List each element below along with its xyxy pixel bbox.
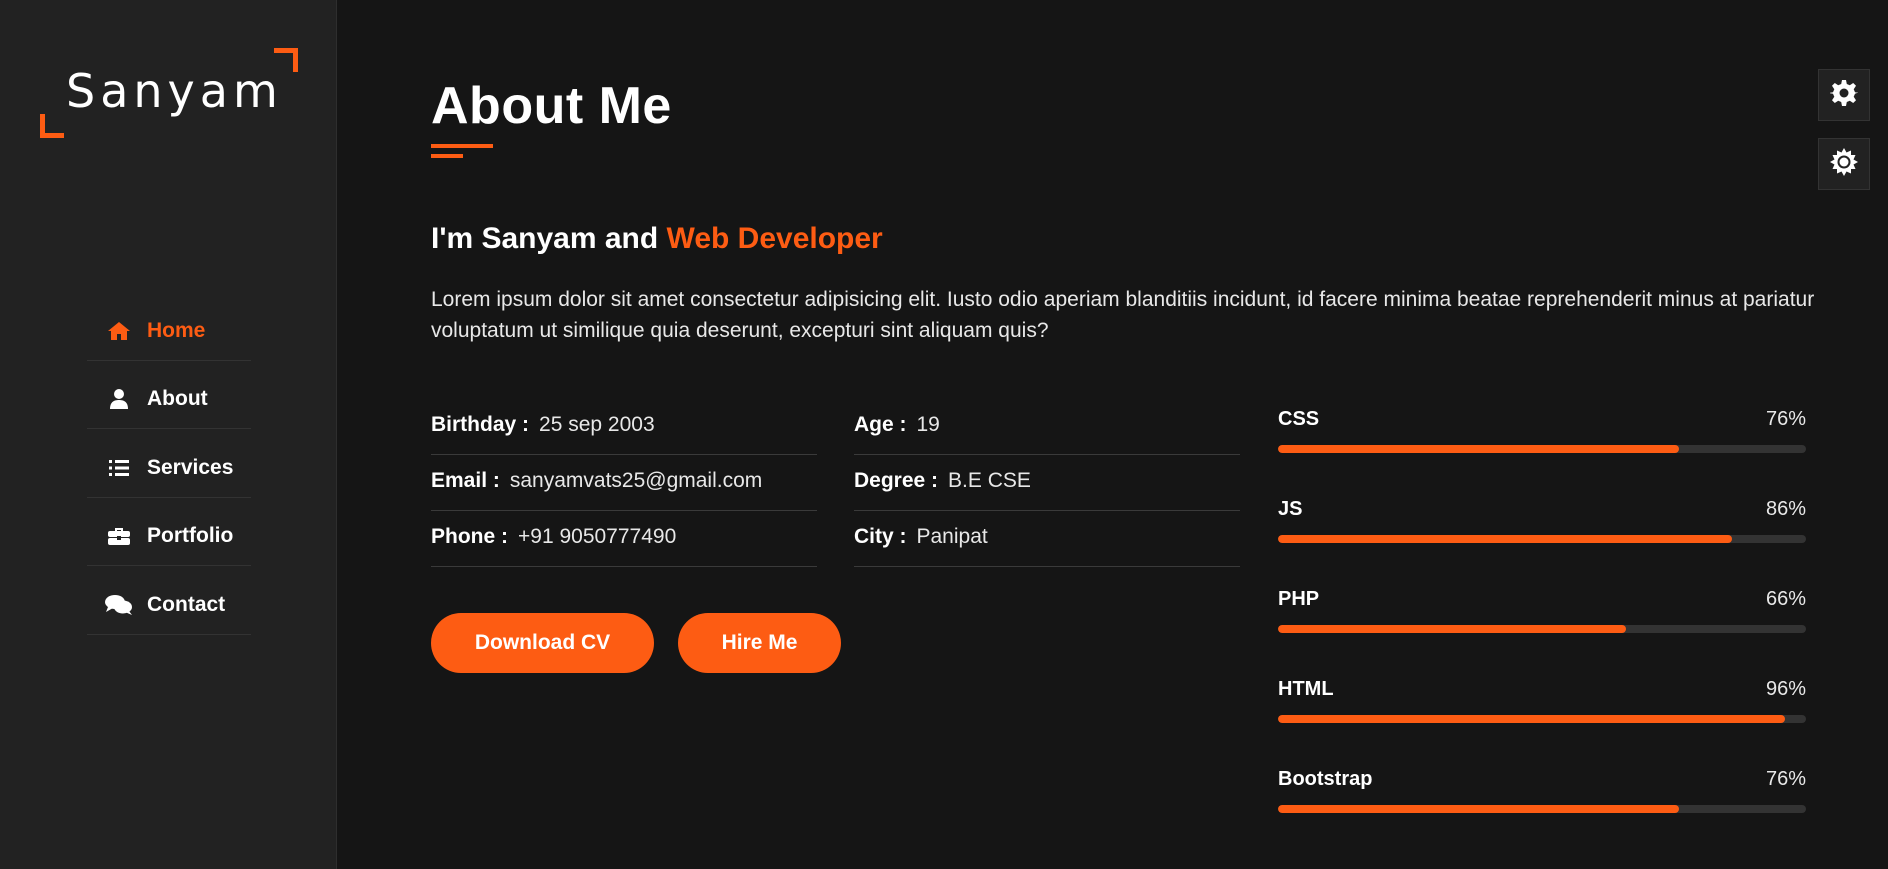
skill-progress-track: [1278, 625, 1806, 633]
info-age: Age : 19: [854, 399, 1240, 455]
skill-progress-fill: [1278, 625, 1627, 633]
info-value: 19: [916, 412, 940, 436]
title-underline-short: [431, 154, 463, 158]
briefcase-icon: [104, 526, 134, 546]
skill-percent: 66%: [1765, 588, 1806, 610]
list-icon: [104, 459, 134, 477]
skill-progress-track: [1278, 535, 1806, 543]
info-phone: Phone : +91 9050777490: [431, 511, 817, 567]
info-label: Birthday :: [431, 412, 530, 436]
info-label: Phone :: [431, 524, 508, 548]
info-label: Age :: [854, 412, 907, 436]
logo[interactable]: Sanyam: [40, 48, 298, 140]
skill-progress-track: [1278, 715, 1806, 723]
home-icon: [104, 321, 134, 341]
skill-progress-fill: [1278, 715, 1785, 723]
skill-php: PHP 66%: [1278, 584, 1806, 674]
info-value: sanyamvats25@gmail.com: [509, 468, 763, 492]
nav-item-label: Contact: [147, 592, 226, 616]
skill-name: JS: [1278, 498, 1303, 520]
comments-icon: [104, 594, 134, 616]
skill-percent: 96%: [1765, 678, 1806, 700]
nav-item-label: About: [147, 387, 208, 411]
intro-prefix: I'm Sanyam and: [431, 222, 667, 255]
skill-name: HTML: [1278, 678, 1334, 700]
info-city: City : Panipat: [854, 511, 1240, 567]
intro-role: Web Developer: [666, 222, 883, 255]
nav-item-services[interactable]: Services: [87, 429, 251, 498]
skill-percent: 86%: [1765, 498, 1806, 520]
logo-corner-bottom-left: [40, 114, 64, 138]
hire-me-button[interactable]: Hire Me: [678, 613, 841, 673]
nav-item-label: Home: [147, 318, 206, 342]
info-label: City :: [854, 524, 907, 548]
info-degree: Degree : B.E CSE: [854, 455, 1240, 511]
info-email: Email : sanyamvats25@gmail.com: [431, 455, 817, 511]
skill-css: CSS 76%: [1278, 404, 1806, 494]
user-icon: [104, 389, 134, 410]
intro-heading: I'm Sanyam and Web Developer: [431, 222, 883, 256]
sun-icon: [1830, 147, 1858, 181]
intro-description: Lorem ipsum dolor sit amet consectetur a…: [431, 288, 1815, 342]
skill-html: HTML 96%: [1278, 674, 1806, 764]
skill-progress-fill: [1278, 445, 1680, 453]
skill-bootstrap: Bootstrap 76%: [1278, 764, 1806, 854]
info-value: 25 sep 2003: [539, 412, 655, 436]
skill-progress-track: [1278, 445, 1806, 453]
skill-percent: 76%: [1765, 408, 1806, 430]
skill-name: Bootstrap: [1278, 768, 1373, 790]
page-title: About Me: [431, 77, 672, 135]
info-value: +91 9050777490: [518, 524, 677, 548]
skill-percent: 76%: [1765, 768, 1806, 790]
nav-item-label: Services: [147, 455, 234, 479]
about-section: About Me I'm Sanyam and Web Developer Lo…: [431, 0, 1814, 869]
logo-text: Sanyam: [66, 64, 283, 118]
sidebar: Sanyam Home About Services Portfolio Con…: [0, 0, 337, 869]
nav-item-about[interactable]: About: [87, 361, 251, 429]
theme-toggle[interactable]: [1818, 138, 1870, 190]
nav-item-portfolio[interactable]: Portfolio: [87, 498, 251, 566]
title-underline: [431, 144, 493, 148]
nav-item-home[interactable]: Home: [87, 292, 251, 361]
info-birthday: Birthday : 25 sep 2003: [431, 399, 817, 455]
skill-progress-track: [1278, 805, 1806, 813]
nav-item-label: Portfolio: [147, 524, 234, 548]
info-value: Panipat: [916, 524, 988, 548]
skill-name: PHP: [1278, 588, 1320, 610]
skill-progress-fill: [1278, 805, 1680, 813]
main-nav: Home About Services Portfolio Contact: [87, 292, 251, 635]
skill-progress-fill: [1278, 535, 1733, 543]
skill-js: JS 86%: [1278, 494, 1806, 584]
gear-icon: [1829, 79, 1859, 112]
skills-list: CSS 76% JS 86% PHP 66% HTML 96% Bootstra…: [1278, 404, 1806, 854]
info-label: Email :: [431, 468, 500, 492]
info-label: Degree :: [854, 468, 939, 492]
personal-info-column-1: Birthday : 25 sep 2003 Email : sanyamvat…: [431, 399, 817, 567]
nav-item-contact[interactable]: Contact: [87, 566, 251, 635]
download-cv-button[interactable]: Download CV: [431, 613, 654, 673]
info-value: B.E CSE: [948, 468, 1031, 492]
skill-name: CSS: [1278, 408, 1320, 430]
personal-info-column-2: Age : 19 Degree : B.E CSE City : Panipat: [854, 399, 1240, 567]
style-switcher-toggle[interactable]: [1818, 69, 1870, 121]
